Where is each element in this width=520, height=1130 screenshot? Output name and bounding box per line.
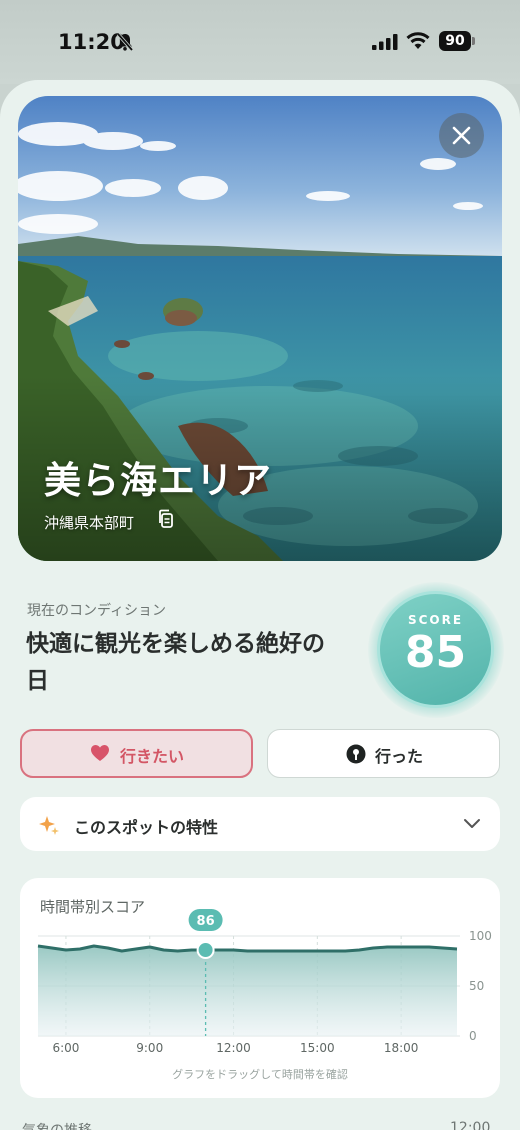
- wifi-icon: [406, 32, 430, 49]
- want-to-go-label: 行きたい: [120, 747, 185, 766]
- battery-level: 90: [439, 31, 471, 51]
- spot-location: 沖縄県本部町: [44, 514, 135, 532]
- copy-icon[interactable]: [157, 509, 175, 529]
- condition-label: 現在のコンディション: [27, 603, 167, 619]
- x-tick-label: 9:00: [136, 1041, 163, 1055]
- score-value: 85: [404, 627, 467, 678]
- score-area: [38, 946, 457, 1036]
- battery-cap: [472, 37, 475, 45]
- signal-icon: [372, 34, 398, 50]
- x-tick-label: 15:00: [300, 1041, 335, 1055]
- y-tick-label: 100: [469, 929, 492, 943]
- spot-features-label: このスポットの特性: [74, 818, 219, 837]
- score-label: SCORE: [407, 613, 464, 627]
- y-tick-label: 50: [469, 979, 484, 993]
- next-section-label: 气象の推移: [22, 1120, 92, 1130]
- x-tick-label: 6:00: [52, 1041, 79, 1055]
- selected-point[interactable]: [196, 941, 215, 959]
- selected-value-label: 86: [197, 914, 215, 929]
- sparkle-icon: [39, 816, 59, 835]
- chevron-down-icon: [464, 819, 480, 828]
- x-tick-label: 18:00: [384, 1041, 419, 1055]
- hourly-score-chart[interactable]: 100 50 0 6:00 9:00 12:00 15:00 18:00 86: [20, 878, 500, 1098]
- y-tick-label: 0: [469, 1029, 477, 1043]
- close-button[interactable]: [439, 113, 484, 158]
- map-pin-icon: [346, 744, 366, 764]
- x-tick-label: 12:00: [216, 1041, 251, 1055]
- condition-title: 快適に観光を楽しめる絶好の日: [26, 631, 325, 694]
- spot-name: 美ら海エリア: [44, 459, 272, 502]
- bell-slash-icon: [116, 32, 134, 52]
- visited-label: 行った: [375, 747, 424, 766]
- close-icon: [452, 126, 471, 145]
- next-section-time: 12:00: [450, 1120, 491, 1130]
- heart-icon: [91, 745, 109, 761]
- chart-hint: グラフをドラッグして時間帯を確認: [172, 1068, 348, 1081]
